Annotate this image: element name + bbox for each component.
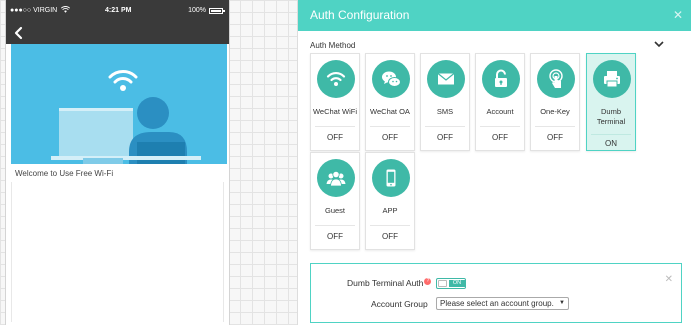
padlock-icon xyxy=(482,60,520,98)
toggle-on-text: ON xyxy=(449,280,465,287)
card-divider xyxy=(315,126,355,127)
chat-bubbles-icon xyxy=(372,60,410,98)
envelope-icon xyxy=(427,60,465,98)
auth-method-card-account[interactable]: Account OFF xyxy=(475,53,525,151)
card-divider xyxy=(591,134,631,135)
auth-method-card-wechat-oa[interactable]: WeChat OA OFF xyxy=(365,53,415,151)
welcome-text: Welcome to Use Free Wi-Fi xyxy=(15,169,114,178)
printer-icon xyxy=(593,60,631,98)
account-group-label: Account Group xyxy=(371,299,428,309)
dumb-terminal-auth-toggle[interactable]: ON xyxy=(436,278,466,289)
card-divider xyxy=(535,126,575,127)
auth-method-card-sms[interactable]: SMS OFF xyxy=(420,53,470,151)
account-group-select[interactable]: Please select an account group. ▼ xyxy=(436,297,569,310)
card-status: OFF xyxy=(382,232,398,241)
card-divider xyxy=(425,126,465,127)
panel-header: Auth Configuration ✕ xyxy=(298,0,691,31)
card-label: WeChat OA xyxy=(370,107,410,116)
phone-content-area xyxy=(11,182,224,322)
auth-method-card-dumb-terminal[interactable]: Dumb Terminal ON xyxy=(586,53,636,151)
wifi-signal-icon xyxy=(61,6,70,13)
smartphone-icon xyxy=(372,159,410,197)
carrier-text: ●●●○○ VIRGIN xyxy=(10,7,58,14)
card-divider xyxy=(370,225,410,226)
phone-status-bar: ●●●○○ VIRGIN 4:21 PM 100% xyxy=(6,0,229,22)
chevron-down-icon[interactable] xyxy=(654,40,664,48)
card-divider xyxy=(315,225,355,226)
wifi-icon xyxy=(317,60,355,98)
person-at-computer-illustration xyxy=(11,44,227,164)
auth-method-card-guest[interactable]: Guest OFF xyxy=(310,152,360,250)
account-group-value: Please select an account group. xyxy=(440,299,554,308)
battery-indicator: 100% xyxy=(188,7,225,14)
card-status: OFF xyxy=(437,133,453,142)
dumb-terminal-auth-text: Dumb Terminal Auth xyxy=(347,278,424,288)
auth-method-label: Auth Method xyxy=(310,41,356,50)
battery-icon xyxy=(209,7,225,14)
help-icon[interactable]: ? xyxy=(424,278,432,285)
battery-percent: 100% xyxy=(188,7,206,14)
users-icon xyxy=(317,159,355,197)
auth-method-card-app[interactable]: APP OFF xyxy=(365,152,415,250)
card-label: APP xyxy=(382,206,398,215)
card-status: ON xyxy=(605,139,617,148)
phone-nav-bar xyxy=(6,22,229,44)
card-divider xyxy=(480,126,520,127)
card-status: OFF xyxy=(547,133,563,142)
dumb-terminal-auth-label: Dumb Terminal Auth? xyxy=(347,278,432,288)
status-time: 4:21 PM xyxy=(105,7,132,14)
panel-title: Auth Configuration xyxy=(310,8,410,22)
card-label: One-Key xyxy=(540,107,570,116)
auth-method-card-one-key[interactable]: One-Key OFF xyxy=(530,53,580,151)
back-arrow-icon[interactable] xyxy=(12,26,26,40)
auth-config-panel: Auth Configuration ✕ Auth Method WeChat … xyxy=(297,0,691,325)
card-label: WeChat WiFi xyxy=(312,107,358,116)
toggle-knob xyxy=(438,280,447,287)
card-label: SMS xyxy=(436,107,454,116)
touch-icon xyxy=(537,60,575,98)
welcome-banner-image xyxy=(11,44,227,164)
card-status: OFF xyxy=(382,133,398,142)
card-label: Dumb Terminal xyxy=(596,107,626,126)
dumb-terminal-settings: ✕ Dumb Terminal Auth? ON Account Group P… xyxy=(310,263,682,323)
dropdown-caret-icon: ▼ xyxy=(559,300,565,306)
close-icon[interactable]: ✕ xyxy=(673,8,683,22)
card-status: OFF xyxy=(492,133,508,142)
card-status: OFF xyxy=(327,133,343,142)
card-label: Guest xyxy=(324,206,345,215)
phone-preview: ●●●○○ VIRGIN 4:21 PM 100% Welcome to Use… xyxy=(5,0,230,325)
close-icon[interactable]: ✕ xyxy=(665,274,673,285)
card-label: Account xyxy=(486,107,514,116)
card-divider xyxy=(370,126,410,127)
card-status: OFF xyxy=(327,232,343,241)
auth-method-card-wechat-wifi[interactable]: WeChat WiFi OFF xyxy=(310,53,360,151)
